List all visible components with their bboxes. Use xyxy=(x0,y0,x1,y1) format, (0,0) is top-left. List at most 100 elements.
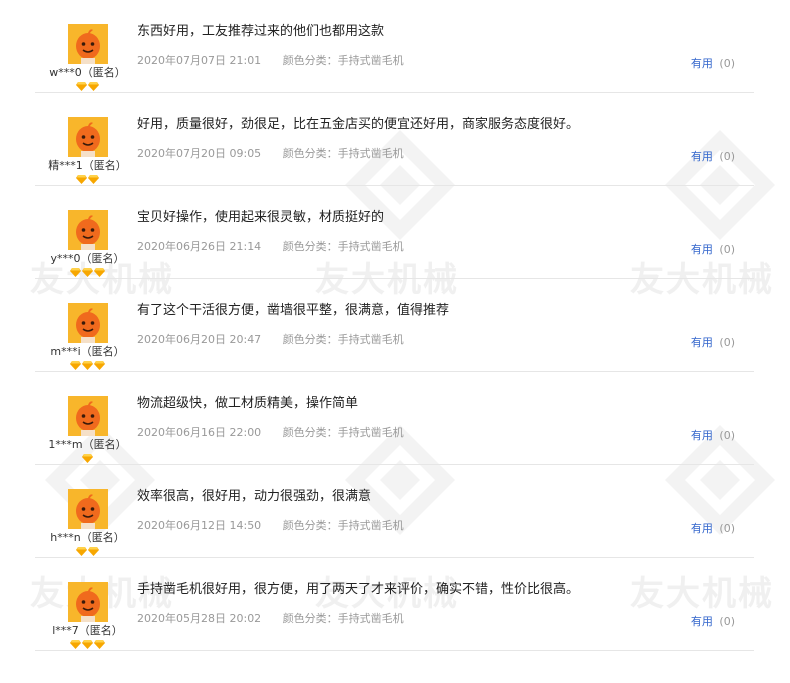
review-content: 手持凿毛机很好用，很方便，用了两天了才来评价，确实不错，性价比很高。 2020年… xyxy=(137,581,667,626)
diamond-icon xyxy=(94,640,105,649)
diamond-icon xyxy=(94,268,105,277)
useful-count: (0) xyxy=(719,57,735,70)
useful-label[interactable]: 有用 xyxy=(691,522,713,535)
review-sku: 颜色分类：手持式凿毛机 xyxy=(282,426,404,439)
review-item: w***0（匿名） 东西好用，工友推荐过来的他们也都用这款 2020年07月07… xyxy=(35,0,754,93)
review-item: y***0（匿名） 宝贝好操作，使用起来很灵敏，材质挺好的 2020年06月26… xyxy=(35,186,754,279)
useful-button[interactable]: 有用 (0) xyxy=(691,520,735,536)
review-meta: 2020年06月20日 20:47 颜色分类：手持式凿毛机 xyxy=(137,331,667,347)
reviewer: h***n（匿名） xyxy=(35,489,140,557)
avatar-mascot-icon xyxy=(67,396,108,436)
reviewer-nickname: 精***1（匿名） xyxy=(48,159,127,172)
reviewer-level xyxy=(35,547,140,557)
avatar-mascot-icon xyxy=(67,582,108,622)
review-text: 手持凿毛机很好用，很方便，用了两天了才来评价，确实不错，性价比很高。 xyxy=(137,582,580,597)
diamond-icon xyxy=(76,547,87,556)
review-item: m***i（匿名） 有了这个干活很方便，凿墙很平整，很满意，值得推荐 2020年… xyxy=(35,279,754,372)
review-date: 2020年06月26日 21:14 xyxy=(137,240,262,253)
useful-button[interactable]: 有用 (0) xyxy=(691,148,735,164)
avatar[interactable] xyxy=(67,117,108,157)
avatar[interactable] xyxy=(67,396,108,436)
review-meta: 2020年07月07日 21:01 颜色分类：手持式凿毛机 xyxy=(137,52,667,68)
diamond-icon xyxy=(88,547,99,556)
diamond-icon xyxy=(82,454,93,463)
diamond-icon xyxy=(82,268,93,277)
avatar-mascot-icon xyxy=(67,24,108,64)
reviewer: m***i（匿名） xyxy=(35,303,140,371)
review-content: 宝贝好操作，使用起来很灵敏，材质挺好的 2020年06月26日 21:14 颜色… xyxy=(137,209,667,254)
useful-label[interactable]: 有用 xyxy=(691,615,713,628)
review-date: 2020年06月20日 20:47 xyxy=(137,333,262,346)
review-date: 2020年06月12日 14:50 xyxy=(137,519,262,532)
useful-count: (0) xyxy=(719,336,735,349)
diamond-icon xyxy=(82,361,93,370)
useful-count: (0) xyxy=(719,150,735,163)
review-meta: 2020年07月20日 09:05 颜色分类：手持式凿毛机 xyxy=(137,145,667,161)
review-text: 有了这个干活很方便，凿墙很平整，很满意，值得推荐 xyxy=(137,303,450,318)
reviewer: l***7（匿名） xyxy=(35,582,140,650)
reviewer-level xyxy=(35,82,140,92)
reviewer-nickname: l***7（匿名） xyxy=(52,624,123,637)
useful-label[interactable]: 有用 xyxy=(691,243,713,256)
useful-button[interactable]: 有用 (0) xyxy=(691,427,735,443)
useful-label[interactable]: 有用 xyxy=(691,429,713,442)
useful-count: (0) xyxy=(719,243,735,256)
diamond-icon xyxy=(82,640,93,649)
reviewer-nickname: m***i（匿名） xyxy=(50,345,125,358)
review-text: 东西好用，工友推荐过来的他们也都用这款 xyxy=(137,24,385,39)
reviewer-level xyxy=(35,640,140,650)
review-sku: 颜色分类：手持式凿毛机 xyxy=(282,612,404,625)
reviewer: 1***m（匿名） xyxy=(35,396,140,464)
avatar-mascot-icon xyxy=(67,303,108,343)
review-meta: 2020年06月16日 22:00 颜色分类：手持式凿毛机 xyxy=(137,424,667,440)
reviewer-level xyxy=(35,175,140,185)
diamond-icon xyxy=(88,82,99,91)
useful-button[interactable]: 有用 (0) xyxy=(691,334,735,350)
avatar-mascot-icon xyxy=(67,210,108,250)
review-list: w***0（匿名） 东西好用，工友推荐过来的他们也都用这款 2020年07月07… xyxy=(35,0,754,651)
avatar[interactable] xyxy=(67,489,108,529)
reviewer-level xyxy=(35,268,140,278)
review-date: 2020年07月07日 21:01 xyxy=(137,54,262,67)
diamond-icon xyxy=(70,268,81,277)
reviewer: y***0（匿名） xyxy=(35,210,140,278)
diamond-icon xyxy=(88,175,99,184)
avatar[interactable] xyxy=(67,24,108,64)
diamond-icon xyxy=(94,361,105,370)
reviewer: w***0（匿名） xyxy=(35,24,140,92)
diamond-icon xyxy=(76,82,87,91)
avatar-mascot-icon xyxy=(67,117,108,157)
review-date: 2020年06月16日 22:00 xyxy=(137,426,262,439)
reviewer-level xyxy=(35,361,140,371)
reviewer-nickname: w***0（匿名） xyxy=(49,66,126,79)
reviewer-nickname: h***n（匿名） xyxy=(50,531,125,544)
reviewer: 精***1（匿名） xyxy=(35,117,140,185)
avatar[interactable] xyxy=(67,303,108,343)
useful-button[interactable]: 有用 (0) xyxy=(691,613,735,629)
avatar[interactable] xyxy=(67,582,108,622)
review-item: h***n（匿名） 效率很高，很好用，动力很强劲，很满意 2020年06月12日… xyxy=(35,465,754,558)
useful-button[interactable]: 有用 (0) xyxy=(691,55,735,71)
review-meta: 2020年05月28日 20:02 颜色分类：手持式凿毛机 xyxy=(137,610,667,626)
avatar-mascot-icon xyxy=(67,489,108,529)
reviewer-nickname: y***0（匿名） xyxy=(50,252,125,265)
review-item: l***7（匿名） 手持凿毛机很好用，很方便，用了两天了才来评价，确实不错，性价… xyxy=(35,558,754,651)
useful-label[interactable]: 有用 xyxy=(691,150,713,163)
review-text: 宝贝好操作，使用起来很灵敏，材质挺好的 xyxy=(137,210,385,225)
review-text: 好用，质量很好，劲很足，比在五金店买的便宜还好用，商家服务态度很好。 xyxy=(137,117,580,132)
useful-count: (0) xyxy=(719,522,735,535)
useful-count: (0) xyxy=(719,429,735,442)
useful-label[interactable]: 有用 xyxy=(691,57,713,70)
useful-button[interactable]: 有用 (0) xyxy=(691,241,735,257)
avatar[interactable] xyxy=(67,210,108,250)
review-text: 物流超级快，做工材质精美，操作简单 xyxy=(137,396,359,411)
reviewer-level xyxy=(35,454,140,464)
review-meta: 2020年06月12日 14:50 颜色分类：手持式凿毛机 xyxy=(137,517,667,533)
useful-label[interactable]: 有用 xyxy=(691,336,713,349)
review-meta: 2020年06月26日 21:14 颜色分类：手持式凿毛机 xyxy=(137,238,667,254)
review-sku: 颜色分类：手持式凿毛机 xyxy=(282,54,404,67)
review-content: 有了这个干活很方便，凿墙很平整，很满意，值得推荐 2020年06月20日 20:… xyxy=(137,302,667,347)
review-date: 2020年07月20日 09:05 xyxy=(137,147,262,160)
review-item: 1***m（匿名） 物流超级快，做工材质精美，操作简单 2020年06月16日 … xyxy=(35,372,754,465)
diamond-icon xyxy=(70,640,81,649)
